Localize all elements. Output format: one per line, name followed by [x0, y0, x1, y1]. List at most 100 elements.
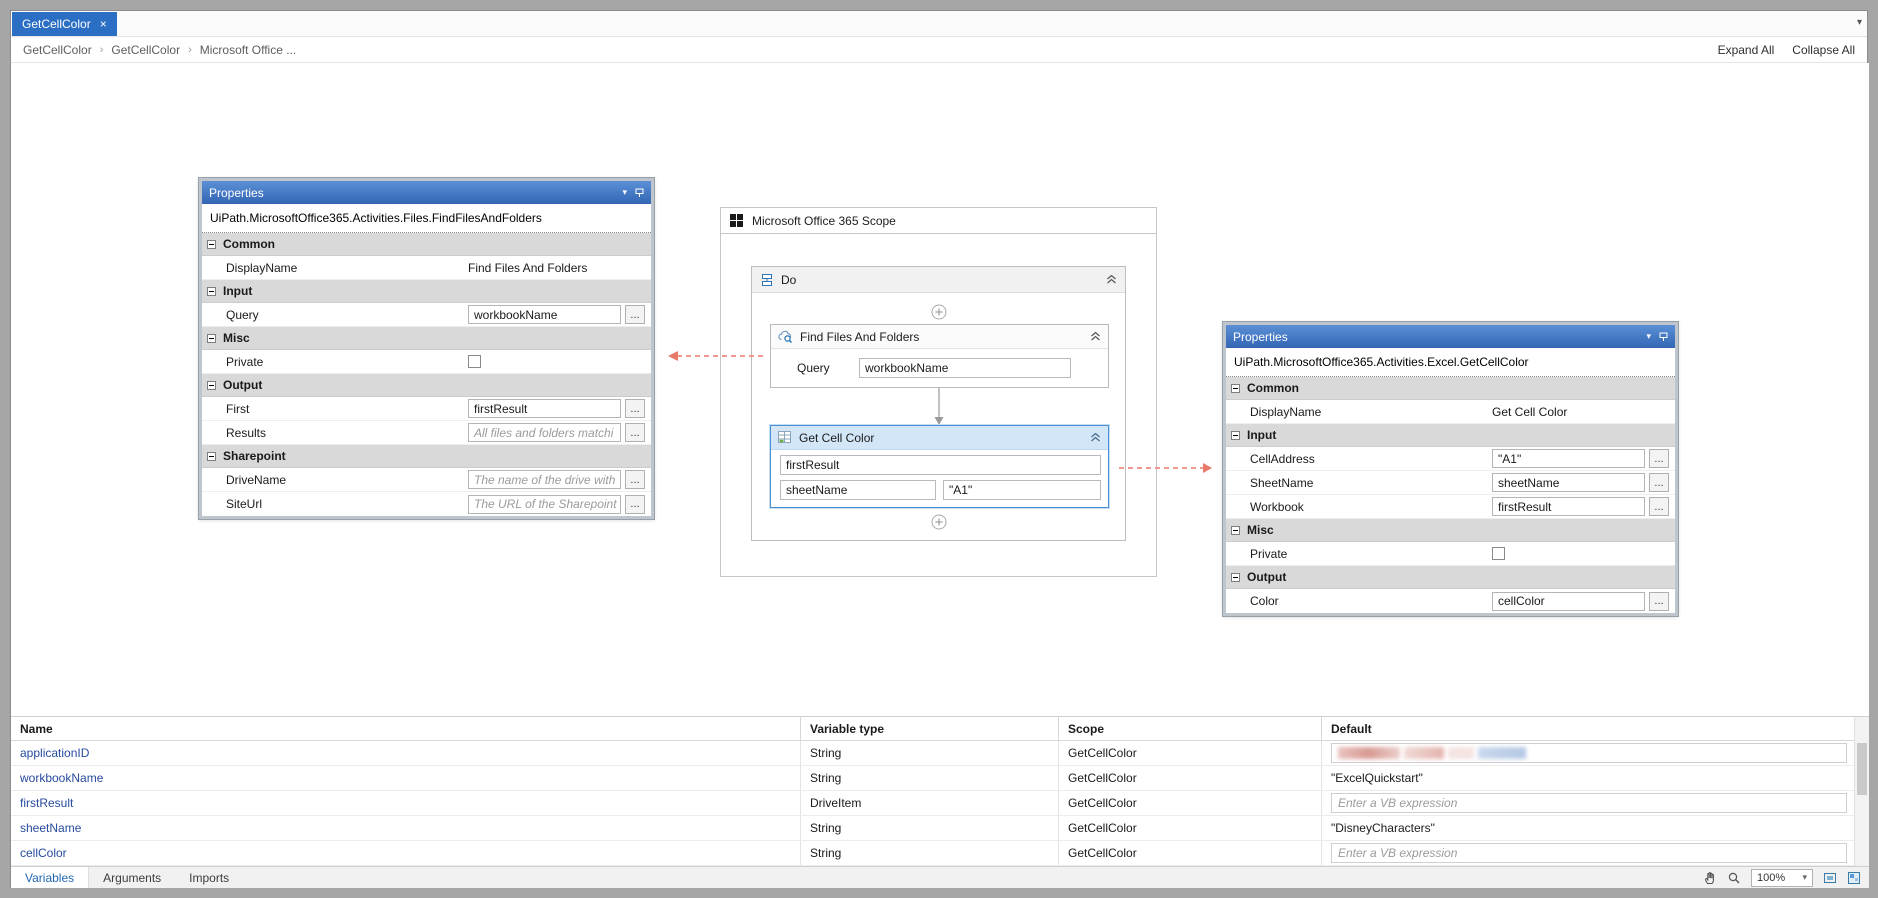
variables-scrollbar[interactable] [1854, 717, 1869, 867]
first-input[interactable]: firstResult [468, 399, 621, 418]
color-browse-button[interactable]: ... [1649, 591, 1669, 611]
siteurl-browse-button[interactable]: ... [625, 494, 645, 514]
section-output[interactable]: Output [202, 374, 651, 397]
variable-default-value[interactable]: "ExcelQuickstart" [1331, 771, 1423, 785]
variable-scope[interactable]: GetCellColor [1059, 766, 1322, 790]
variable-scope[interactable]: GetCellColor [1059, 741, 1322, 765]
variable-default-input[interactable] [1331, 743, 1847, 763]
variable-type[interactable]: String [801, 841, 1059, 865]
dock-menu-icon[interactable]: ▾ [1646, 331, 1651, 342]
collapse-section-icon[interactable] [1231, 525, 1240, 535]
celladdress-browse-button[interactable]: ... [1649, 449, 1669, 468]
column-header-type[interactable]: Variable type [801, 717, 1059, 740]
collapse-section-icon[interactable] [1231, 572, 1240, 582]
expand-all-button[interactable]: Expand All [1718, 43, 1775, 57]
pan-hand-icon[interactable] [1703, 871, 1717, 885]
section-misc[interactable]: Misc [202, 327, 651, 350]
find-files-activity[interactable]: Find Files And Folders Query workbookNam… [770, 324, 1109, 388]
collapse-chevron-icon[interactable] [1090, 332, 1101, 341]
variable-scope[interactable]: GetCellColor [1059, 791, 1322, 815]
do-sequence-header[interactable]: Do [752, 267, 1125, 293]
tab-overflow-caret-icon[interactable]: ▾ [1857, 17, 1862, 28]
results-input[interactable]: All files and folders matchi [468, 423, 621, 442]
pin-icon[interactable] [1659, 332, 1668, 341]
variable-row[interactable]: sheetName String GetCellColor "DisneyCha… [11, 816, 1869, 841]
pin-icon[interactable] [635, 188, 644, 197]
designer-canvas[interactable]: Properties ▾ UiPath.MicrosoftOffice365.A… [11, 63, 1869, 716]
siteurl-input[interactable]: The URL of the Sharepoint [468, 494, 621, 514]
query-browse-button[interactable]: ... [625, 305, 645, 324]
workbook-expression-input[interactable]: firstResult [780, 455, 1101, 475]
variable-type[interactable]: DriveItem [801, 791, 1059, 815]
section-input[interactable]: Input [202, 280, 651, 303]
sheetname-input[interactable]: sheetName [1492, 473, 1645, 492]
zoom-magnifier-icon[interactable] [1727, 871, 1741, 885]
variable-type[interactable]: String [801, 816, 1059, 840]
column-header-scope[interactable]: Scope [1059, 717, 1322, 740]
sheetname-expression-input[interactable]: sheetName [780, 480, 936, 500]
variable-scope[interactable]: GetCellColor [1059, 816, 1322, 840]
variable-name[interactable]: cellColor [11, 841, 801, 865]
collapse-section-icon[interactable] [1231, 383, 1240, 393]
section-output[interactable]: Output [1226, 566, 1675, 589]
breadcrumb-item-workflow[interactable]: GetCellColor [111, 43, 180, 57]
collapse-section-icon[interactable] [1231, 430, 1240, 440]
variable-row[interactable]: cellColor String GetCellColor Enter a VB… [11, 841, 1869, 866]
sheetname-browse-button[interactable]: ... [1649, 473, 1669, 492]
find-files-header[interactable]: Find Files And Folders [771, 325, 1108, 349]
variable-row[interactable]: workbookName String GetCellColor "ExcelQ… [11, 766, 1869, 791]
column-header-default[interactable]: Default [1322, 717, 1853, 740]
office365-scope-activity[interactable]: Microsoft Office 365 Scope Do Find Files… [720, 207, 1157, 577]
section-input[interactable]: Input [1226, 424, 1675, 447]
workbook-browse-button[interactable]: ... [1649, 497, 1669, 516]
section-common[interactable]: Common [1226, 377, 1675, 400]
variable-default-input[interactable]: Enter a VB expression [1331, 843, 1847, 863]
add-activity-button[interactable] [931, 514, 947, 530]
variable-type[interactable]: String [801, 766, 1059, 790]
collapse-section-icon[interactable] [207, 333, 216, 343]
drivename-input[interactable]: The name of the drive with [468, 470, 621, 489]
displayname-value[interactable]: Find Files And Folders [468, 261, 587, 275]
fit-to-screen-icon[interactable] [1823, 871, 1837, 885]
get-cell-color-activity[interactable]: Get Cell Color firstResult sheetName "A1… [770, 425, 1109, 508]
zoom-level-dropdown[interactable]: 100% ▾ [1751, 868, 1813, 887]
section-common[interactable]: Common [202, 233, 651, 256]
celladdress-input[interactable]: "A1" [1492, 449, 1645, 468]
do-sequence[interactable]: Do Find Files And Folders Query workbook… [751, 266, 1126, 541]
tab-imports[interactable]: Imports [175, 867, 243, 888]
section-sharepoint[interactable]: Sharepoint [202, 445, 651, 468]
dock-menu-icon[interactable]: ▾ [622, 187, 627, 198]
variable-default-input[interactable]: Enter a VB expression [1331, 793, 1847, 813]
tab-variables[interactable]: Variables [11, 867, 90, 888]
variable-default-value[interactable]: "DisneyCharacters" [1331, 821, 1435, 835]
variable-name[interactable]: applicationID [11, 741, 801, 765]
private-checkbox[interactable] [468, 355, 481, 368]
query-expression-input[interactable]: workbookName [859, 358, 1071, 378]
breadcrumb-item-root[interactable]: GetCellColor [23, 43, 92, 57]
displayname-value[interactable]: Get Cell Color [1492, 405, 1567, 419]
collapse-chevron-icon[interactable] [1090, 433, 1101, 442]
query-input[interactable]: workbookName [468, 305, 621, 324]
scrollbar-thumb[interactable] [1857, 743, 1867, 795]
tab-arguments[interactable]: Arguments [89, 867, 175, 888]
section-misc[interactable]: Misc [1226, 519, 1675, 542]
office365-scope-header[interactable]: Microsoft Office 365 Scope [721, 208, 1156, 234]
variable-row[interactable]: firstResult DriveItem GetCellColor Enter… [11, 791, 1869, 816]
properties-titlebar[interactable]: Properties ▾ [1226, 325, 1675, 348]
celladdress-expression-input[interactable]: "A1" [943, 480, 1101, 500]
collapse-chevron-icon[interactable] [1106, 275, 1117, 284]
close-tab-icon[interactable]: × [100, 18, 107, 30]
collapse-all-button[interactable]: Collapse All [1792, 43, 1855, 57]
collapse-section-icon[interactable] [207, 380, 216, 390]
color-input[interactable]: cellColor [1492, 591, 1645, 611]
variable-name[interactable]: workbookName [11, 766, 801, 790]
tab-getcellcolor[interactable]: GetCellColor × [12, 12, 117, 36]
get-cell-color-header[interactable]: Get Cell Color [771, 426, 1108, 450]
first-browse-button[interactable]: ... [625, 399, 645, 418]
collapse-section-icon[interactable] [207, 451, 216, 461]
collapse-section-icon[interactable] [207, 286, 216, 296]
workbook-input[interactable]: firstResult [1492, 497, 1645, 516]
add-activity-button[interactable] [931, 304, 947, 320]
drivename-browse-button[interactable]: ... [625, 470, 645, 489]
variable-scope[interactable]: GetCellColor [1059, 841, 1322, 865]
